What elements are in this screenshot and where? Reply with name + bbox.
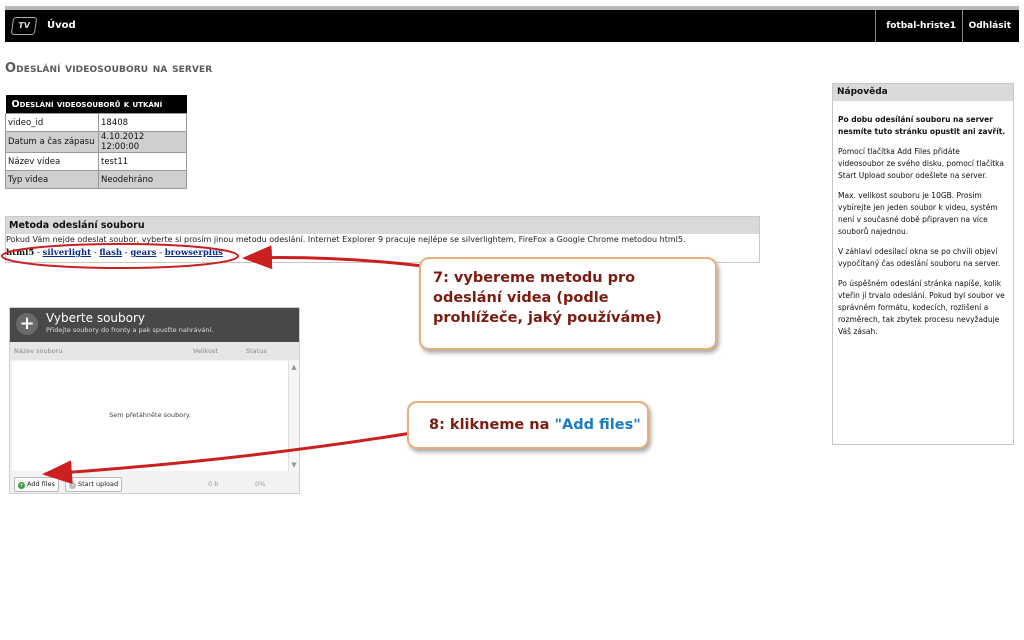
- separator: -: [34, 248, 43, 258]
- table-row: Datum a čas zápasu 4.10.2012 12:00:00: [5, 131, 187, 153]
- top-nav-bar: TV Úvod fotbal-hriste1 Odhlásit: [5, 6, 1019, 42]
- plus-icon: +: [16, 313, 38, 335]
- method-link-silverlight[interactable]: silverlight: [43, 248, 92, 258]
- start-upload-button[interactable]: › Start upload: [65, 477, 123, 492]
- help-paragraph: Pomocí tlačítka Add Files přidáte videos…: [838, 147, 1004, 180]
- start-upload-label: Start upload: [78, 480, 119, 488]
- total-size: 0 b: [208, 480, 219, 488]
- row-value: 4.10.2012 12:00:00: [98, 131, 187, 153]
- method-title: Metoda odeslání souboru: [6, 217, 759, 234]
- uploader-subtitle: Přidejte soubory do fronty a pak spusťte…: [46, 326, 214, 334]
- file-list-scrollbar[interactable]: ▲ ▼: [288, 361, 299, 471]
- file-drop-zone[interactable]: Sem přetáhněte soubory.: [12, 361, 288, 471]
- method-link-flash[interactable]: flash: [99, 248, 122, 258]
- help-paragraph: Po úspěšném odeslání stránka napíše, kol…: [838, 279, 1005, 336]
- add-icon: +: [18, 482, 25, 489]
- add-files-button[interactable]: + Add files: [14, 477, 59, 492]
- add-files-label: Add files: [27, 480, 55, 488]
- table-row: video_id 18408: [5, 113, 187, 132]
- arrow-right-icon: ›: [69, 482, 76, 489]
- scroll-down-icon[interactable]: ▼: [289, 459, 299, 471]
- method-description: Pokud Vám nejde odeslat soubor, vyberte …: [6, 235, 686, 244]
- uploader-footer: + Add files › Start upload 0 b 0%: [10, 474, 299, 494]
- callout-step-8-text: 8: klikneme na: [429, 417, 555, 433]
- col-filename: Název souboru: [14, 347, 63, 355]
- row-key: Typ videa: [5, 170, 99, 189]
- col-size: Velikost: [193, 347, 218, 355]
- row-key: Datum a čas zápasu: [5, 131, 99, 153]
- help-paragraph: Max. velikost souboru je 10GB. Prosím vy…: [838, 191, 998, 236]
- logout-link[interactable]: Odhlásit: [961, 10, 1019, 42]
- method-link-browserplus[interactable]: browserplus: [165, 248, 223, 258]
- row-value: 18408: [98, 113, 187, 132]
- col-status: Status: [246, 347, 267, 355]
- nav-user-link[interactable]: fotbal-hriste1: [875, 10, 966, 42]
- help-paragraph: Po dobu odesílání souboru na server nesm…: [838, 115, 1006, 136]
- separator: -: [156, 248, 165, 258]
- nav-home-link[interactable]: Úvod: [47, 10, 76, 42]
- upload-method-box: Metoda odeslání souboru Pokud Vám nejde …: [5, 216, 760, 263]
- uploader-header: + Vyberte soubory Přidejte soubory do fr…: [10, 308, 299, 342]
- uploader-title: Vyberte soubory: [46, 311, 146, 325]
- row-value: test11: [98, 152, 187, 171]
- drop-hint: Sem přetáhněte soubory.: [109, 411, 191, 419]
- page-title: Odeslání videosouboru na server: [5, 61, 213, 76]
- callout-step-8: 8: klikneme na "Add files": [407, 401, 649, 449]
- tv-logo-icon[interactable]: TV: [10, 17, 38, 35]
- uploader-columns: Název souboru Velikost Status: [10, 342, 299, 360]
- method-links: html5 - silverlight - flash - gears - br…: [6, 244, 759, 258]
- file-uploader: + Vyberte soubory Přidejte soubory do fr…: [9, 307, 300, 494]
- row-key: video_id: [5, 113, 99, 132]
- total-percent: 0%: [255, 480, 266, 488]
- callout-step-8-highlight: "Add files": [554, 417, 641, 433]
- method-current-html5: html5: [6, 248, 35, 258]
- table-header: Odeslání videosouborů k utkání: [5, 95, 187, 114]
- row-value: Neodehráno: [98, 170, 187, 189]
- help-panel: Nápověda Po dobu odesílání souboru na se…: [832, 83, 1014, 445]
- method-link-gears[interactable]: gears: [130, 248, 156, 258]
- table-row: Typ videa Neodehráno: [5, 170, 187, 189]
- table-row: Název videa test11: [5, 152, 187, 171]
- callout-step-7: 7: vybereme metodu pro odeslání videa (p…: [419, 257, 717, 350]
- scroll-up-icon[interactable]: ▲: [289, 361, 299, 373]
- help-title: Nápověda: [833, 84, 1013, 101]
- row-key: Název videa: [5, 152, 99, 171]
- help-paragraph: V záhlaví odesílací okna se po chvíli ob…: [838, 247, 1001, 268]
- video-info-table: Odeslání videosouborů k utkání video_id …: [5, 95, 187, 189]
